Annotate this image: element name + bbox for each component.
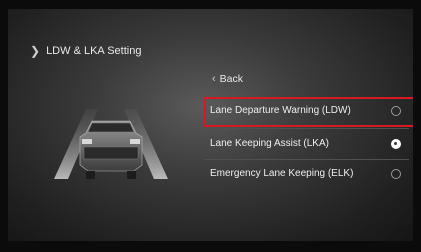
divider [204,128,409,129]
screen-bezel: ❯ LDW & LKA Setting ‹ Back Lane Departur… [0,0,421,252]
display-screen: ❯ LDW & LKA Setting ‹ Back Lane Departur… [8,9,413,241]
option-lka-label: Lane Keeping Assist (LKA) [210,138,329,149]
page-title: LDW & LKA Setting [46,45,142,57]
chevron-left-icon: ‹ [212,73,216,85]
option-elk-radio[interactable] [391,169,401,179]
option-lka-radio[interactable] [391,139,401,149]
option-elk-label: Emergency Lane Keeping (ELK) [210,168,354,179]
divider [204,159,409,160]
selection-highlight [204,97,413,127]
option-elk[interactable]: Emergency Lane Keeping (ELK) [204,161,409,187]
option-lka[interactable]: Lane Keeping Assist (LKA) [204,131,409,157]
back-button[interactable]: ‹ Back [212,73,243,85]
chevron-right-icon: ❯ [30,44,41,58]
car-illustration [54,109,168,179]
back-label: Back [219,73,244,85]
page-header: ❯ LDW & LKA Setting [30,45,141,57]
